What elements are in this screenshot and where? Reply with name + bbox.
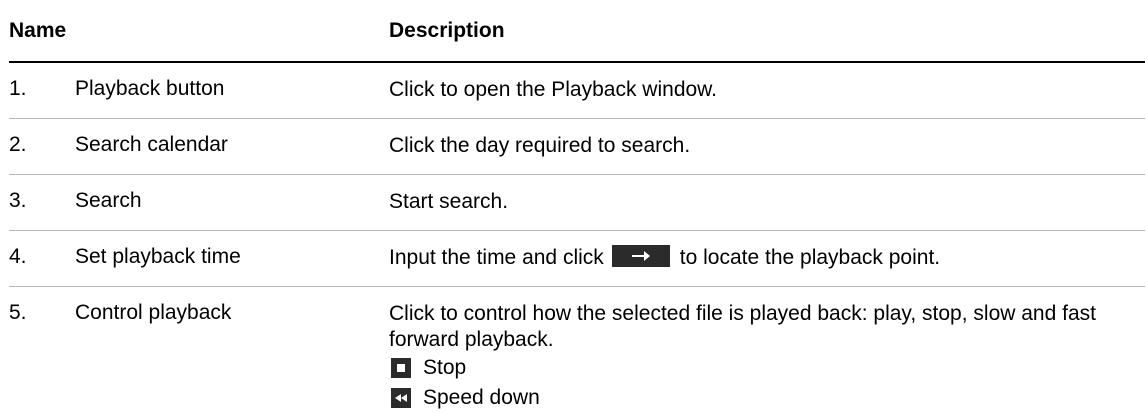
- row-description: Click to open the Playback window.: [389, 78, 718, 101]
- table-row: 2. Search calendar Click the day require…: [9, 119, 1145, 175]
- sub-item-label: Stop: [423, 356, 467, 379]
- row-name: Control playback: [75, 301, 232, 324]
- row-number: 2.: [9, 133, 27, 156]
- row-number: 1.: [9, 77, 27, 100]
- row-name: Set playback time: [75, 245, 241, 268]
- rewind-icon: [391, 388, 411, 408]
- table-header: Name Description: [9, 0, 1145, 63]
- row-number: 5.: [9, 301, 27, 324]
- sub-item-stop: Stop: [389, 353, 1145, 383]
- header-description: Description: [389, 19, 505, 42]
- table-row: 3. Search Start search.: [9, 175, 1145, 231]
- description-before: Input the time and click: [389, 246, 604, 269]
- sub-item-speed-down: Speed down: [389, 383, 1145, 413]
- row-name: Search: [75, 189, 142, 212]
- row-description: Start search.: [389, 190, 509, 213]
- description-text: Click to control how the selected file i…: [389, 302, 1096, 351]
- sub-item-label: Speed down: [423, 386, 540, 409]
- table-row: 5. Control playback Click to control how…: [9, 287, 1145, 409]
- description-table: Name Description 1. Playback button Clic…: [9, 0, 1145, 409]
- row-name: Playback button: [75, 77, 225, 100]
- header-name: Name: [9, 19, 67, 42]
- right-arrow-icon: [611, 245, 670, 267]
- row-description: Input the time and click to locate the pl…: [389, 245, 1145, 271]
- table-row: 1. Playback button Click to open the Pla…: [9, 63, 1145, 119]
- row-number: 3.: [9, 189, 27, 212]
- row-description: Click to control how the selected file i…: [389, 301, 1145, 413]
- row-description: Click the day required to search.: [389, 134, 691, 157]
- row-number: 4.: [9, 245, 27, 268]
- description-after: to locate the playback point.: [679, 246, 941, 269]
- table-row: 4. Set playback time Input the time and …: [9, 231, 1145, 287]
- row-name: Search calendar: [75, 133, 228, 156]
- stop-icon: [391, 358, 411, 378]
